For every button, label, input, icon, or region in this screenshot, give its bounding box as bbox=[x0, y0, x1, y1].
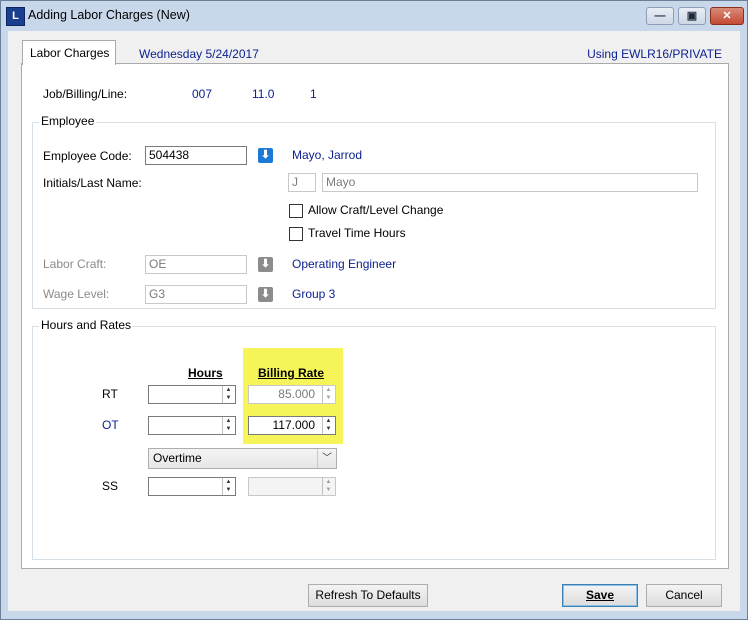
ot-hours-spinner[interactable]: ▲ ▼ bbox=[222, 417, 234, 434]
header-using: Using EWLR16/PRIVATE bbox=[587, 47, 722, 61]
dialog-window: L Adding Labor Charges (New) — ▣ ✕ Labor… bbox=[0, 0, 748, 620]
overtime-type-select[interactable]: Overtime ﹀ bbox=[148, 448, 337, 469]
wage-level-lookup-button[interactable]: ⬇ bbox=[258, 287, 273, 302]
spin-up-icon[interactable]: ▲ bbox=[223, 386, 234, 394]
ss-hours-spinner[interactable]: ▲ ▼ bbox=[222, 478, 234, 495]
hours-rates-group-title: Hours and Rates bbox=[39, 318, 134, 332]
last-name-field[interactable]: Mayo bbox=[322, 173, 698, 192]
spin-up-icon[interactable]: ▲ bbox=[323, 417, 334, 425]
ot-rate-input[interactable]: 117.000 ▲ ▼ bbox=[248, 416, 336, 435]
hours-column-header: Hours bbox=[188, 366, 223, 380]
wage-level-label: Wage Level: bbox=[43, 287, 110, 301]
employee-lookup-button[interactable]: ⬇ bbox=[258, 148, 273, 163]
tab-labor-charges[interactable]: Labor Charges bbox=[22, 40, 116, 65]
spin-down-icon[interactable]: ▼ bbox=[223, 394, 234, 402]
rt-label: RT bbox=[102, 387, 118, 401]
initial-field[interactable]: J bbox=[288, 173, 316, 192]
rt-hours-input[interactable]: ▲ ▼ bbox=[148, 385, 236, 404]
cancel-button[interactable]: Cancel bbox=[646, 584, 722, 607]
allow-craft-label: Allow Craft/Level Change bbox=[308, 203, 444, 217]
spin-up-icon[interactable]: ▲ bbox=[323, 386, 334, 394]
ot-label: OT bbox=[102, 418, 119, 432]
spin-down-icon[interactable]: ▼ bbox=[223, 486, 234, 494]
spin-down-icon[interactable]: ▼ bbox=[323, 394, 334, 402]
allow-craft-checkbox[interactable] bbox=[289, 204, 303, 218]
job-number: 007 bbox=[192, 87, 213, 101]
rt-rate-input[interactable]: 85.000 ▲ ▼ bbox=[248, 385, 336, 404]
minimize-button[interactable]: — bbox=[646, 7, 674, 25]
line-number: 1 bbox=[310, 87, 317, 101]
tab-panel: Job/Billing/Line: 007 11.0 1 Employee Em… bbox=[21, 63, 729, 569]
header-date: Wednesday 5/24/2017 bbox=[139, 47, 259, 61]
ot-rate-spinner[interactable]: ▲ ▼ bbox=[322, 417, 334, 434]
window-title: Adding Labor Charges (New) bbox=[28, 8, 190, 22]
travel-time-label: Travel Time Hours bbox=[308, 226, 406, 240]
spin-up-icon[interactable]: ▲ bbox=[323, 478, 334, 486]
app-icon: L bbox=[6, 7, 25, 26]
hours-rates-group bbox=[32, 326, 716, 560]
overtime-type-value: Overtime bbox=[153, 451, 202, 465]
spin-up-icon[interactable]: ▲ bbox=[223, 417, 234, 425]
initials-last-name-label: Initials/Last Name: bbox=[43, 176, 142, 190]
spin-down-icon[interactable]: ▼ bbox=[323, 425, 334, 433]
employee-name: Mayo, Jarrod bbox=[292, 148, 363, 162]
title-bar[interactable]: L Adding Labor Charges (New) — ▣ ✕ bbox=[1, 1, 747, 31]
ss-rate-input[interactable]: ▲ ▼ bbox=[248, 477, 336, 496]
ot-rate-value: 117.000 bbox=[272, 418, 316, 432]
maximize-icon: ▣ bbox=[686, 10, 698, 22]
labor-craft-input[interactable]: OE bbox=[145, 255, 247, 274]
spin-down-icon[interactable]: ▼ bbox=[323, 486, 334, 494]
close-button[interactable]: ✕ bbox=[710, 7, 744, 25]
spin-down-icon[interactable]: ▼ bbox=[223, 425, 234, 433]
labor-craft-name: Operating Engineer bbox=[292, 257, 397, 271]
spin-up-icon[interactable]: ▲ bbox=[223, 478, 234, 486]
refresh-defaults-button[interactable]: Refresh To Defaults bbox=[308, 584, 428, 607]
employee-code-input[interactable]: 504438 bbox=[145, 146, 247, 165]
close-icon: ✕ bbox=[722, 10, 732, 22]
ss-rate-spinner[interactable]: ▲ ▼ bbox=[322, 478, 334, 495]
ss-hours-input[interactable]: ▲ ▼ bbox=[148, 477, 236, 496]
tab-label: Labor Charges bbox=[30, 46, 110, 60]
billing-rate-column-header: Billing Rate bbox=[258, 366, 325, 380]
employee-group-title: Employee bbox=[39, 114, 97, 128]
rt-hours-spinner[interactable]: ▲ ▼ bbox=[222, 386, 234, 403]
employee-code-label: Employee Code: bbox=[43, 149, 132, 163]
ss-label: SS bbox=[102, 479, 119, 493]
wage-level-input[interactable]: G3 bbox=[145, 285, 247, 304]
maximize-button[interactable]: ▣ bbox=[678, 7, 706, 25]
chevron-down-icon[interactable]: ﹀ bbox=[317, 449, 336, 468]
travel-time-checkbox[interactable] bbox=[289, 227, 303, 241]
job-billing-line-label: Job/Billing/Line: bbox=[43, 87, 128, 101]
ot-hours-input[interactable]: ▲ ▼ bbox=[148, 416, 236, 435]
wage-level-name: Group 3 bbox=[292, 287, 336, 301]
save-button[interactable]: Save bbox=[562, 584, 638, 607]
rt-rate-spinner[interactable]: ▲ ▼ bbox=[322, 386, 334, 403]
rt-rate-value: 85.000 bbox=[278, 387, 315, 401]
billing-number: 11.0 bbox=[252, 87, 275, 101]
minimize-icon: — bbox=[654, 10, 666, 22]
dialog-body: Labor Charges Wednesday 5/24/2017 Using … bbox=[8, 31, 740, 611]
labor-craft-lookup-button[interactable]: ⬇ bbox=[258, 257, 273, 272]
labor-craft-label: Labor Craft: bbox=[43, 257, 107, 271]
